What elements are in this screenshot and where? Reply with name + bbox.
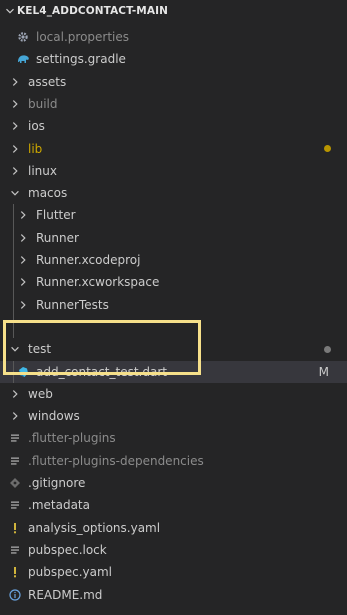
- chevron-right-icon: [8, 93, 22, 115]
- folder-item-flutter[interactable]: Flutter: [0, 204, 347, 226]
- folder-item-web[interactable]: web: [0, 383, 347, 405]
- chevron-down-icon: [8, 338, 22, 360]
- tree-item-label: assets: [28, 74, 67, 89]
- folder-item-macos[interactable]: macos: [0, 182, 347, 204]
- tree-item-label: RunnerTests: [36, 297, 109, 312]
- chevron-right-icon: [8, 71, 22, 93]
- folder-item-ios[interactable]: ios: [0, 115, 347, 137]
- lines-icon: [8, 427, 22, 449]
- gradle-elephant-icon: [16, 48, 30, 70]
- gear-icon: [16, 26, 30, 48]
- modified-dot-icon: [324, 345, 331, 353]
- tree-item-label: windows: [28, 409, 80, 424]
- file-item-pubspec-lock[interactable]: pubspec.lock: [0, 539, 347, 561]
- chevron-right-icon: [8, 138, 22, 160]
- lines-icon: [8, 450, 22, 472]
- yaml-icon: [8, 561, 22, 583]
- chevron-right-icon: [8, 160, 22, 182]
- lines-icon: [8, 494, 22, 516]
- tree-item-label: analysis_options.yaml: [28, 520, 161, 535]
- chevron-right-icon: [8, 405, 22, 427]
- yaml-icon: [8, 517, 22, 539]
- blank-icon: [16, 316, 30, 338]
- chevron-right-icon: [16, 204, 30, 226]
- folder-item-lib[interactable]: lib: [0, 138, 347, 160]
- chevron-down-icon: [8, 182, 22, 204]
- chevron-right-icon: [16, 271, 30, 293]
- folder-item-windows[interactable]: windows: [0, 405, 347, 427]
- file-item-flutter-plugins[interactable]: .flutter-plugins: [0, 427, 347, 449]
- tree-item-label: .metadata: [28, 498, 90, 513]
- tree-row-hidden[interactable]: [0, 316, 347, 338]
- tree-item-label: lib: [28, 141, 43, 156]
- tree-item-label: linux: [28, 163, 57, 178]
- explorer-root-label: KEL4_ADDCONTACT-MAIN: [17, 5, 168, 17]
- chevron-down-icon: [3, 6, 17, 16]
- file-item-metadata[interactable]: .metadata: [0, 494, 347, 516]
- file-item-gitignore[interactable]: .gitignore: [0, 472, 347, 494]
- tree-item-label: settings.gradle: [36, 52, 126, 67]
- indent-guide: [13, 360, 14, 383]
- tree-item-label: pubspec.lock: [28, 542, 107, 557]
- tree-item-label: add_contact_test.dart: [36, 364, 167, 379]
- folder-item-runner[interactable]: Runner: [0, 227, 347, 249]
- lines-icon: [8, 539, 22, 561]
- chevron-right-icon: [8, 383, 22, 405]
- folder-item-linux[interactable]: linux: [0, 160, 347, 182]
- tree-item-label: test: [28, 342, 52, 357]
- tree-item-label: .flutter-plugins: [28, 431, 116, 446]
- tree-item-label: Runner: [36, 230, 79, 245]
- tree-item-label: Runner.xcworkspace: [36, 275, 160, 290]
- folder-item-runner-xcodeproj[interactable]: Runner.xcodeproj: [0, 249, 347, 271]
- tree-item-label: .flutter-plugins-dependencies: [28, 453, 204, 468]
- file-item-add-contact-test-dart[interactable]: add_contact_test.dart M: [0, 360, 347, 383]
- file-item-analysis-options-yaml[interactable]: analysis_options.yaml: [0, 517, 347, 539]
- tree-item-label: .gitignore: [28, 476, 86, 490]
- folder-item-test[interactable]: test: [0, 338, 347, 360]
- file-item-settings-gradle[interactable]: settings.gradle: [0, 48, 347, 70]
- git-icon: [8, 472, 22, 494]
- tree-item-label: web: [28, 386, 53, 401]
- dart-icon: [16, 361, 30, 383]
- file-item-flutter-plugins-dependencies[interactable]: .flutter-plugins-dependencies: [0, 450, 347, 472]
- folder-item-assets[interactable]: assets: [0, 71, 347, 93]
- tree-item-label: pubspec.yaml: [28, 565, 112, 580]
- tree-item-label: ios: [28, 119, 45, 134]
- indent-guide: [13, 204, 14, 339]
- folder-item-build[interactable]: build: [0, 93, 347, 115]
- chevron-right-icon: [16, 227, 30, 249]
- tree-item-label: Runner.xcodeproj: [36, 253, 141, 267]
- chevron-right-icon: [16, 249, 30, 271]
- file-item-readme-md[interactable]: README.md: [0, 584, 347, 606]
- explorer-root-header[interactable]: KEL4_ADDCONTACT-MAIN: [0, 0, 347, 22]
- chevron-right-icon: [8, 115, 22, 137]
- tree-item-label: macos: [28, 186, 68, 201]
- tree-item-label: build: [28, 96, 58, 111]
- chevron-right-icon: [16, 294, 30, 316]
- modified-dot-icon: [324, 145, 331, 152]
- info-icon: [8, 584, 22, 606]
- folder-item-runner-xcworkspace[interactable]: Runner.xcworkspace: [0, 271, 347, 293]
- file-item-local-properties[interactable]: local.properties: [0, 26, 347, 48]
- git-status-badge: M: [318, 364, 329, 379]
- folder-item-runnertests[interactable]: RunnerTests: [0, 294, 347, 316]
- tree-item-label: Flutter: [36, 208, 76, 223]
- tree-item-label: README.md: [28, 587, 103, 602]
- tree-item-label: local.properties: [36, 30, 130, 44]
- file-item-pubspec-yaml[interactable]: pubspec.yaml: [0, 561, 347, 583]
